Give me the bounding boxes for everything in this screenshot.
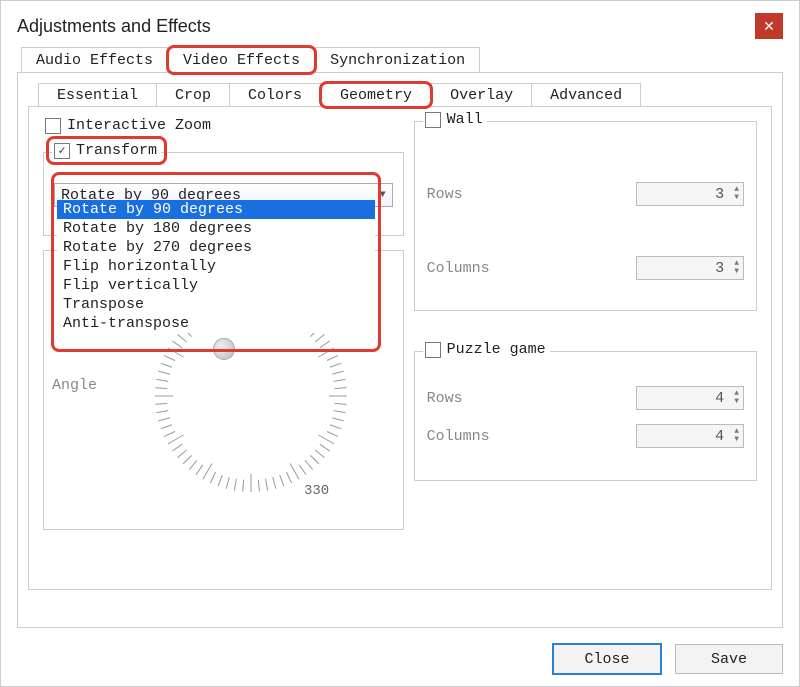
spinner-buttons-icon: ▲▼ — [734, 260, 739, 276]
close-icon: ✕ — [763, 19, 775, 33]
puzzle-rows-label: Rows — [427, 390, 463, 407]
main-tabs: Audio Effects Video Effects Synchronizat… — [17, 47, 783, 73]
option-rotate-90[interactable]: Rotate by 90 degrees — [57, 200, 375, 219]
wall-cols-spinner[interactable]: 3 ▲▼ — [636, 256, 744, 280]
option-flip-horizontal[interactable]: Flip horizontally — [57, 257, 375, 276]
subtab-colors[interactable]: Colors — [229, 83, 321, 107]
interactive-zoom-label: Interactive Zoom — [67, 117, 211, 134]
wall-label: Wall — [447, 111, 483, 128]
subtab-advanced[interactable]: Advanced — [531, 83, 641, 107]
close-button[interactable]: Close — [553, 644, 661, 674]
dialog-footer: Close Save — [553, 644, 783, 674]
angle-label: Angle — [52, 377, 97, 394]
option-rotate-180[interactable]: Rotate by 180 degrees — [57, 219, 375, 238]
checkbox-icon — [45, 118, 61, 134]
video-effects-panel: Essential Crop Colors Geometry Overlay A… — [17, 72, 783, 628]
right-column: Wall Rows 3 ▲▼ Columns 3 ▲▼ — [414, 117, 757, 579]
subtab-crop[interactable]: Crop — [156, 83, 230, 107]
spinner-buttons-icon: ▲▼ — [734, 186, 739, 202]
subtab-geometry[interactable]: Geometry — [321, 83, 431, 107]
subtab-essential[interactable]: Essential — [38, 83, 157, 107]
puzzle-group: Puzzle game Rows 4 ▲▼ Columns 4 ▲▼ — [414, 351, 757, 481]
puzzle-checkbox[interactable]: Puzzle game — [423, 341, 550, 358]
puzzle-cols-spinner[interactable]: 4 ▲▼ — [636, 424, 744, 448]
window-close-button[interactable]: ✕ — [755, 13, 783, 39]
option-rotate-270[interactable]: Rotate by 270 degrees — [57, 238, 375, 257]
subtab-geometry-label: Geometry — [321, 83, 431, 107]
left-column: Interactive Zoom ✓ Transform Rotate by 9… — [43, 117, 404, 579]
puzzle-cols-value: 4 — [715, 428, 724, 445]
spinner-buttons-icon: ▲▼ — [734, 428, 739, 444]
transform-checkbox[interactable]: ✓ Transform — [52, 142, 161, 159]
puzzle-label: Puzzle game — [447, 341, 546, 358]
puzzle-rows-spinner[interactable]: 4 ▲▼ — [636, 386, 744, 410]
save-button[interactable]: Save — [675, 644, 783, 674]
spinner-buttons-icon: ▲▼ — [734, 390, 739, 406]
interactive-zoom-checkbox[interactable]: Interactive Zoom — [45, 117, 404, 134]
adjustments-dialog: Adjustments and Effects ✕ Audio Effects … — [0, 0, 800, 687]
subtab-overlay[interactable]: Overlay — [431, 83, 532, 107]
wall-group: Wall Rows 3 ▲▼ Columns 3 ▲▼ — [414, 121, 757, 311]
geometry-panel: Interactive Zoom ✓ Transform Rotate by 9… — [28, 106, 772, 590]
checkbox-icon — [425, 342, 441, 358]
checkbox-icon — [425, 112, 441, 128]
tab-audio-effects[interactable]: Audio Effects — [21, 47, 168, 73]
tab-video-effects-label: Video Effects — [168, 47, 315, 73]
option-transpose[interactable]: Transpose — [57, 295, 375, 314]
transform-label: Transform — [76, 142, 157, 159]
puzzle-rows-value: 4 — [715, 390, 724, 407]
option-flip-vertical[interactable]: Flip vertically — [57, 276, 375, 295]
puzzle-cols-label: Columns — [427, 428, 490, 445]
wall-checkbox[interactable]: Wall — [423, 111, 487, 128]
sub-tabs: Essential Crop Colors Geometry Overlay A… — [28, 83, 772, 107]
tab-video-effects[interactable]: Video Effects — [168, 47, 315, 73]
wall-rows-spinner[interactable]: 3 ▲▼ — [636, 182, 744, 206]
transform-dropdown[interactable]: Rotate by 90 degrees Rotate by 180 degre… — [57, 200, 375, 333]
dialog-title: Adjustments and Effects — [17, 16, 211, 37]
checkmark-icon: ✓ — [58, 145, 65, 157]
wall-rows-label: Rows — [427, 186, 463, 203]
wall-cols-label: Columns — [427, 260, 490, 277]
wall-cols-value: 3 — [715, 260, 724, 277]
option-anti-transpose[interactable]: Anti-transpose — [57, 314, 375, 333]
wall-rows-value: 3 — [715, 186, 724, 203]
tab-synchronization[interactable]: Synchronization — [315, 47, 480, 73]
checkbox-icon: ✓ — [54, 143, 70, 159]
titlebar: Adjustments and Effects ✕ — [17, 13, 783, 39]
